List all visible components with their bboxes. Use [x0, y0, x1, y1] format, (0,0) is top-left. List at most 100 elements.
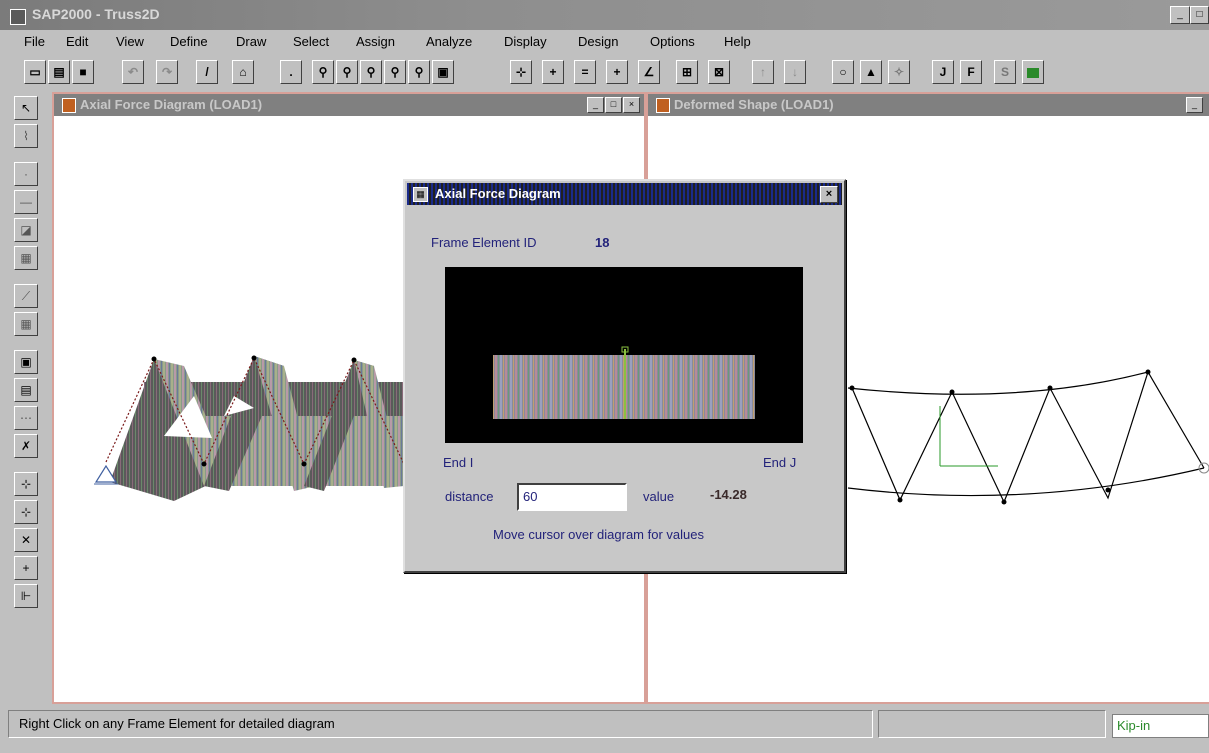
frame-element-id: 18	[595, 235, 610, 250]
pencil-icon[interactable]: /	[196, 60, 218, 84]
app-title: SAP2000 - Truss2D	[32, 6, 160, 22]
axial-force-dialog[interactable]: ▦ Axial Force Diagram × Frame Element ID…	[403, 179, 846, 573]
quick-draw-icon[interactable]: ⟋	[14, 284, 38, 308]
run-analysis-icon[interactable]: ○	[832, 60, 854, 84]
menu-define[interactable]: Define	[170, 34, 208, 49]
up-arrow-icon[interactable]: ↑	[752, 60, 774, 84]
top-chord	[847, 371, 1149, 395]
app-icon	[10, 9, 26, 25]
joint	[1001, 499, 1007, 505]
get-previous-icon[interactable]: ▤	[14, 378, 38, 402]
pane-maximize-button[interactable]: □	[605, 97, 622, 113]
menu-edit[interactable]: Edit	[66, 34, 88, 49]
show-forces-icon[interactable]: F	[960, 60, 982, 84]
snap-perpendicular-icon[interactable]: +	[14, 556, 38, 580]
show-deformed-icon[interactable]: J	[932, 60, 954, 84]
3d-view-icon[interactable]: ▣	[432, 60, 454, 84]
save-icon[interactable]: ■	[72, 60, 94, 84]
dialog-close-button[interactable]: ×	[820, 186, 838, 203]
dialog-hint: Move cursor over diagram for values	[493, 527, 704, 542]
show-loads-icon[interactable]: ✧	[888, 60, 910, 84]
yz-view-icon[interactable]: =	[574, 60, 596, 84]
status-bar: Right Click on any Frame Element for det…	[0, 706, 1209, 753]
menu-display[interactable]: Display	[504, 34, 547, 49]
zoom-out-icon[interactable]: ⚲	[360, 60, 382, 84]
joint	[201, 461, 207, 467]
draw-frame-icon[interactable]: —	[14, 190, 38, 214]
menu-design[interactable]: Design	[578, 34, 618, 49]
deformed-shape-pane-title: Deformed Shape (LOAD1)	[674, 97, 834, 112]
show-undeformed-icon[interactable]: ▲	[860, 60, 882, 84]
select-all-icon[interactable]: ▣	[14, 350, 38, 374]
value-label: value	[643, 489, 675, 504]
joint	[1105, 487, 1111, 493]
snap-joints-icon[interactable]: ⊹	[14, 472, 38, 496]
minimize-button[interactable]: _	[1170, 6, 1190, 24]
bottom-chord	[847, 467, 1205, 497]
select-pointer-icon[interactable]: ↖	[14, 96, 38, 120]
menu-help[interactable]: Help	[724, 34, 751, 49]
member-force-bar	[493, 346, 755, 419]
menu-draw[interactable]: Draw	[236, 34, 266, 49]
set-elements-icon[interactable]: ⊠	[708, 60, 730, 84]
menu-view[interactable]: View	[116, 34, 144, 49]
undo-icon[interactable]: ↶	[122, 60, 144, 84]
toolbar: ▭ ▤ ■ ↶ ↷ / ⌂ . ⚲ ⚲ ⚲ ⚲ ⚲ ▣ ⊹ + = + ∠ ⊞ …	[0, 56, 1209, 92]
intersect-line-icon[interactable]: ✗	[14, 434, 38, 458]
end-j-label: End J	[763, 455, 797, 470]
joint	[301, 461, 307, 467]
menu-options[interactable]: Options	[650, 34, 695, 49]
distance-label: distance	[445, 489, 494, 504]
snap-lines-icon[interactable]: ⊩	[14, 584, 38, 608]
menu-file[interactable]: File	[24, 34, 45, 49]
down-arrow-icon[interactable]: ↓	[784, 60, 806, 84]
zoom-in-icon[interactable]: ⚲	[336, 60, 358, 84]
pane-minimize-button[interactable]: _	[1186, 97, 1203, 113]
pane-minimize-button[interactable]: _	[587, 97, 604, 113]
snap-intersections-icon[interactable]: ✕	[14, 528, 38, 552]
show-stresses-icon[interactable]: S	[994, 60, 1016, 84]
xy-view-icon[interactable]: ⊹	[510, 60, 532, 84]
deformed-shape-pane-titlebar: Deformed Shape (LOAD1) _	[648, 94, 1209, 116]
maximize-button[interactable]: □	[1190, 6, 1209, 24]
status-message-panel: Right Click on any Frame Element for det…	[8, 710, 873, 738]
refresh-icon[interactable]: ⌂	[232, 60, 254, 84]
zoom-window-icon[interactable]: ⚲	[312, 60, 334, 84]
pointer-icon[interactable]: .	[280, 60, 302, 84]
redo-icon[interactable]: ↷	[156, 60, 178, 84]
perspective-icon[interactable]: ∠	[638, 60, 660, 84]
object-shrink-icon[interactable]: ⊞	[676, 60, 698, 84]
reshape-icon[interactable]: ⌇	[14, 124, 38, 148]
app-titlebar: SAP2000 - Truss2D _ □	[0, 0, 1209, 30]
pan-icon[interactable]: ⚲	[408, 60, 430, 84]
quick-shell-icon[interactable]: ▦	[14, 312, 38, 336]
xz-view-icon[interactable]: +	[542, 60, 564, 84]
draw-shell-icon[interactable]: ◪	[14, 218, 38, 242]
status-message: Right Click on any Frame Element for det…	[19, 716, 335, 731]
window-icon	[62, 98, 76, 113]
joint	[949, 389, 955, 395]
open-icon[interactable]: ▤	[48, 60, 70, 84]
zoom-restore-icon[interactable]: ⚲	[384, 60, 406, 84]
units-selector[interactable]: Kip-in	[1112, 714, 1209, 738]
draw-joint-icon[interactable]: ·	[14, 162, 38, 186]
joint	[849, 385, 855, 391]
member-diagram-plot[interactable]	[445, 267, 803, 443]
nv-view-icon[interactable]: +	[606, 60, 628, 84]
pane-close-button[interactable]: ×	[623, 97, 640, 113]
left-toolbar: ↖ ⌇ · — ◪ ▦ ⟋ ▦ ▣ ▤ ⋯ ✗ ⊹ ⊹ ✕ + ⊩	[0, 92, 52, 704]
distance-field-frame	[517, 483, 627, 511]
dialog-titlebar: ▦ Axial Force Diagram ×	[407, 183, 842, 205]
menu-bar: File Edit View Define Draw Select Assign…	[0, 30, 1209, 56]
dialog-title: Axial Force Diagram	[435, 186, 561, 201]
menu-analyze[interactable]: Analyze	[426, 34, 472, 49]
new-icon[interactable]: ▭	[24, 60, 46, 84]
joint	[151, 356, 157, 362]
draw-area-icon[interactable]: ▦	[14, 246, 38, 270]
clear-selection-icon[interactable]: ⋯	[14, 406, 38, 430]
distance-input[interactable]	[519, 485, 627, 507]
show-grid-icon[interactable]	[1022, 60, 1044, 84]
menu-select[interactable]: Select	[293, 34, 329, 49]
snap-midpoints-icon[interactable]: ⊹	[14, 500, 38, 524]
menu-assign[interactable]: Assign	[356, 34, 395, 49]
